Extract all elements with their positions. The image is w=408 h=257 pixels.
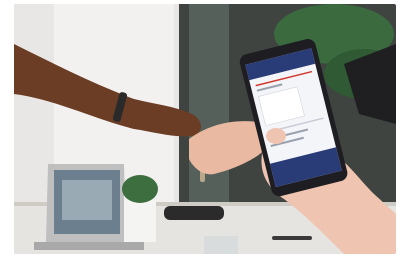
- photo-illustration: [14, 4, 396, 254]
- desk-plant: [122, 175, 158, 203]
- laptop-base: [34, 242, 144, 250]
- pen: [272, 236, 312, 240]
- glass: [204, 236, 238, 254]
- desk-phone: [164, 206, 224, 220]
- laptop-screen-content: [62, 180, 112, 220]
- stock-photo: [14, 4, 396, 254]
- thumb: [266, 128, 286, 144]
